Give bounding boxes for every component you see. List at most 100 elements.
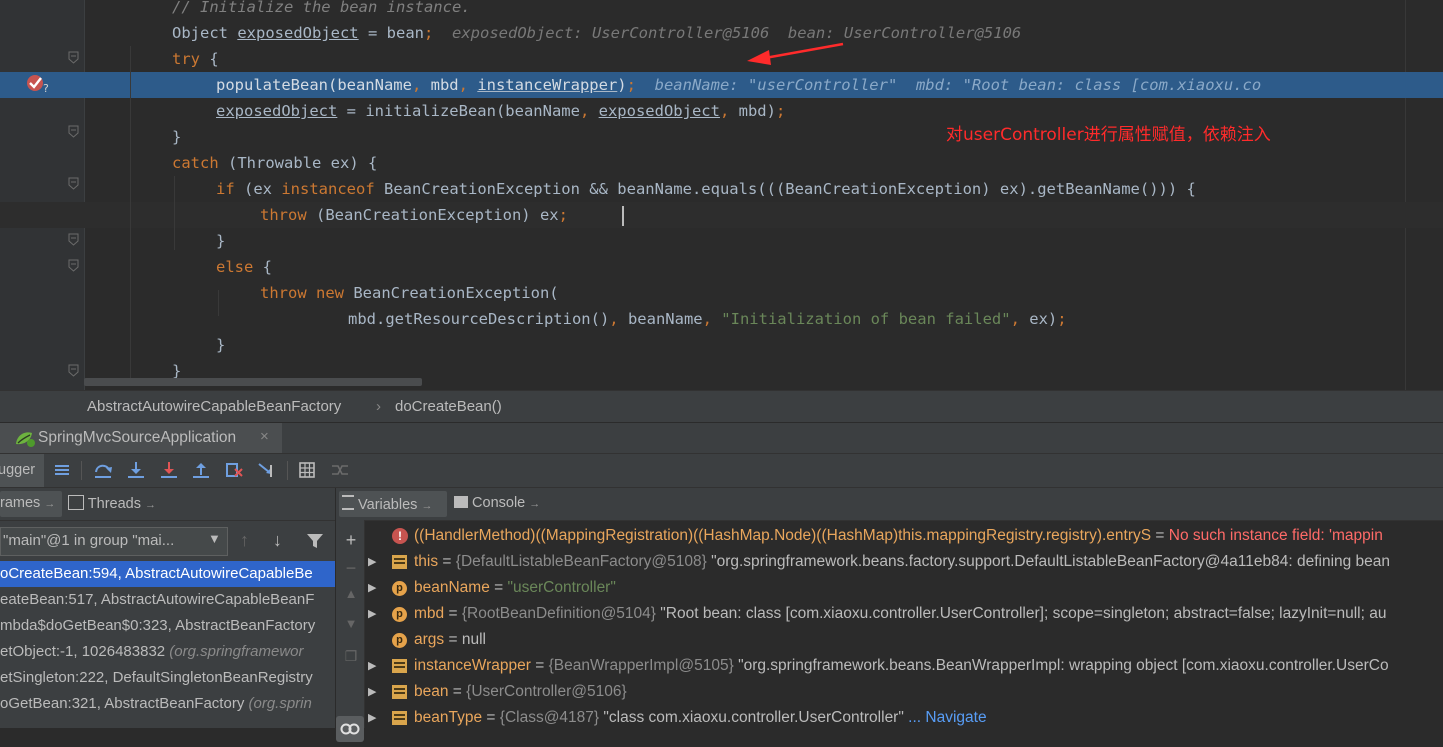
variable-text: instanceWrapper = {BeanWrapperImpl@5105}… <box>414 653 1389 679</box>
evaluate-expression-icon[interactable] <box>297 460 317 480</box>
field-icon <box>392 685 407 699</box>
tab-spring-mvc-source-application[interactable]: SpringMvcSourceApplication × <box>0 423 282 453</box>
tab-console[interactable]: Console → <box>454 495 540 511</box>
filter-icon[interactable] <box>306 532 324 555</box>
code-editor[interactable]: // Initialize the bean instance. Object e… <box>0 0 1443 390</box>
debugger-label: ugger <box>0 462 36 478</box>
code-token: instanceWrapper <box>477 76 618 94</box>
variable-value: "org.springframework.beans.factory.suppo… <box>711 553 1391 570</box>
run-to-cursor-icon[interactable] <box>257 460 277 480</box>
expand-arrow-icon[interactable]: ▶ <box>368 549 376 575</box>
code-token: ; <box>558 206 568 224</box>
stack-frame-item[interactable]: oCreateBean:594, AbstractAutowireCapable… <box>0 561 335 587</box>
code-line[interactable]: throw new BeanCreationException( <box>0 280 1443 306</box>
pin-icon[interactable]: → <box>421 500 432 512</box>
force-step-into-icon[interactable] <box>159 460 179 480</box>
thread-select[interactable]: "main"@1 in group "mai... ▼ <box>0 527 228 556</box>
breadcrumb-class[interactable]: AbstractAutowireCapableBeanFactory <box>87 398 341 415</box>
code-line-text: } <box>172 124 181 150</box>
console-icon <box>454 496 468 508</box>
stack-frame-item[interactable]: etObject:-1, 1026483832 (org.springframe… <box>0 639 335 665</box>
debug-session-bar: SpringMvcSourceApplication × <box>0 422 1443 453</box>
expand-arrow-icon[interactable]: ▶ <box>368 601 376 627</box>
frames-list[interactable]: oCreateBean:594, AbstractAutowireCapable… <box>0 561 335 728</box>
code-token: exposedObject <box>237 24 359 42</box>
tab-threads[interactable]: Threads → <box>68 495 156 512</box>
field-icon <box>392 555 407 569</box>
parameter-icon: p <box>392 607 407 622</box>
code-line[interactable]: } <box>0 332 1443 358</box>
code-line[interactable]: // Initialize the bean instance. <box>0 0 1443 20</box>
code-token: else <box>216 258 254 276</box>
variable-equals: = <box>448 683 467 700</box>
expand-arrow-icon[interactable]: ▶ <box>368 575 376 601</box>
indent-guide <box>130 46 131 386</box>
code-line[interactable]: throw (BeanCreationException) ex; <box>0 202 1443 228</box>
pin-icon[interactable]: → <box>529 498 540 510</box>
stack-frame-label: etObject:-1, 1026483832 <box>0 643 170 660</box>
code-token: mbd) <box>738 102 776 120</box>
code-token: , <box>702 310 722 328</box>
expand-arrow-icon[interactable]: ▶ <box>368 679 376 705</box>
close-icon[interactable]: × <box>260 428 269 445</box>
code-token: , <box>719 102 739 120</box>
threads-icon <box>68 495 84 510</box>
breakpoint-icon[interactable]: ? <box>26 72 54 99</box>
stack-frame-item[interactable]: mbda$doGetBean$0:323, AbstractBeanFactor… <box>0 613 335 639</box>
stack-frame-item[interactable]: oGetBean:321, AbstractBeanFactory (org.s… <box>0 691 335 717</box>
horizontal-scrollbar[interactable] <box>84 378 422 386</box>
stack-frame-label: mbda$doGetBean$0:323, AbstractBeanFactor… <box>0 617 316 634</box>
stack-frame-item[interactable]: etSingleton:222, DefaultSingletonBeanReg… <box>0 665 335 691</box>
breadcrumb-method[interactable]: doCreateBean() <box>395 398 502 415</box>
code-line-text: Object exposedObject = bean; exposedObje… <box>172 20 1021 46</box>
layout-menu-icon[interactable] <box>52 460 72 480</box>
tab-variables[interactable]: Variables → <box>342 495 432 513</box>
code-line[interactable]: mbd.getResourceDescription(), beanName, … <box>0 306 1443 332</box>
step-out-icon[interactable] <box>191 460 211 480</box>
code-token: "Initialization of bean failed" <box>721 310 1011 328</box>
variable-text: ((HandlerMethod)((MappingRegistration)((… <box>414 524 1383 549</box>
trace-stream-icon[interactable] <box>330 460 350 480</box>
expand-arrow-icon[interactable]: ▶ <box>368 705 376 728</box>
variable-type: {Class@4187} <box>499 709 604 726</box>
arrow-down-icon[interactable]: ↓ <box>273 530 282 551</box>
navigate-link[interactable]: ... Navigate <box>904 709 986 726</box>
variable-text: bean = {UserController@5106} <box>414 679 627 705</box>
tab-debugger[interactable]: ugger <box>0 454 44 487</box>
code-line[interactable]: Object exposedObject = bean; exposedObje… <box>0 20 1443 46</box>
code-line[interactable]: try { <box>0 46 1443 72</box>
code-token: } <box>216 232 226 250</box>
tab-console-label: Console <box>472 495 526 511</box>
step-into-icon[interactable] <box>126 460 146 480</box>
variable-equals: = <box>438 553 456 570</box>
variable-name: bean <box>414 683 449 700</box>
variables-tree[interactable]: ! ((HandlerMethod)((MappingRegistration)(… <box>336 524 1443 728</box>
code-line-text: mbd.getResourceDescription(), beanName, … <box>348 306 1067 332</box>
annotation-arrow-icon <box>745 38 845 73</box>
error-icon: ! <box>392 528 408 544</box>
parameter-icon: p <box>392 633 407 648</box>
code-token: { <box>200 50 219 68</box>
code-token: mbd.getResourceDescription() <box>348 310 610 328</box>
text-caret <box>622 206 624 226</box>
pin-icon[interactable]: → <box>44 498 55 510</box>
expand-arrow-icon[interactable]: ▶ <box>368 653 376 679</box>
variable-type: {RootBeanDefinition@5104} <box>461 605 661 622</box>
inline-debug-value: beanName: "userController" mbd: "Root be… <box>635 76 1262 94</box>
code-line[interactable]: populateBean(beanName, mbd, instanceWrap… <box>0 72 1443 98</box>
step-over-icon[interactable] <box>93 460 113 480</box>
code-line[interactable]: if (ex instanceof BeanCreationException … <box>0 176 1443 202</box>
tab-frames[interactable]: rames → <box>0 495 55 511</box>
drop-frame-icon[interactable] <box>224 460 244 480</box>
code-line[interactable]: } <box>0 228 1443 254</box>
code-line[interactable]: catch (Throwable ex) { <box>0 150 1443 176</box>
arrow-up-icon[interactable]: ↑ <box>240 530 249 551</box>
code-token: throw <box>260 206 307 224</box>
code-line[interactable]: else { <box>0 254 1443 280</box>
tab-threads-label: Threads <box>87 496 141 512</box>
stack-frame-label: oGetBean:321, AbstractBeanFactory <box>0 695 249 712</box>
pin-icon[interactable]: → <box>145 499 156 511</box>
code-lines[interactable]: // Initialize the bean instance. Object e… <box>0 0 1443 390</box>
stack-frame-item[interactable]: eateBean:517, AbstractAutowireCapableBea… <box>0 587 335 613</box>
breadcrumb: AbstractAutowireCapableBeanFactory › doC… <box>0 390 1443 422</box>
